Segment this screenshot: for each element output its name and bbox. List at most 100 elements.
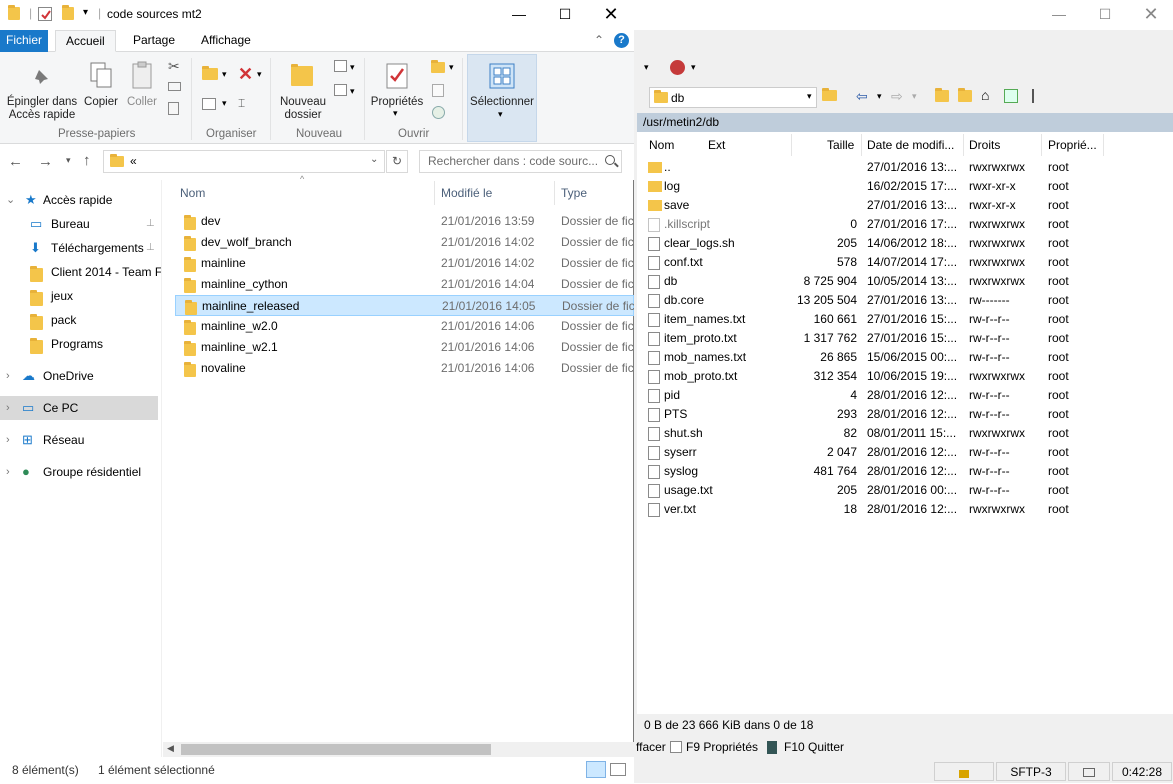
tab-file[interactable]: Fichier [0, 30, 48, 52]
file-row[interactable]: mainline_w2.1 21/01/2016 14:06 Dossier de … [175, 337, 634, 358]
refresh-button[interactable]: ↻ [386, 150, 408, 173]
new-item-icon[interactable] [334, 60, 347, 72]
remote-file-row[interactable]: db.core 13 205 504 27/01/2016 13:... rw----… [637, 291, 1173, 310]
expand-icon[interactable]: ⌄ [6, 188, 15, 212]
search-input[interactable]: Rechercher dans : code sourc... [419, 150, 622, 173]
details-view-icon[interactable] [586, 761, 606, 778]
remote-file-row[interactable]: item_proto.txt 1 317 762 27/01/2016 15:...… [637, 329, 1173, 348]
chevron-right-icon[interactable]: › [6, 428, 10, 452]
parent-directory-icon[interactable] [935, 88, 949, 105]
sidebar-item[interactable]: ▭ Bureau ⊥ [0, 212, 158, 236]
toolbar-dropdown-icon[interactable]: ▾ [644, 62, 649, 73]
column-divider[interactable] [554, 181, 555, 205]
sidebar-item[interactable]: › ☁ OneDrive [0, 364, 158, 388]
remote-file-row[interactable]: mob_names.txt 26 865 15/06/2015 00:... rw-r… [637, 348, 1173, 367]
forward-icon[interactable]: ⇨ [891, 88, 903, 105]
column-header-size[interactable]: Taille [827, 132, 854, 158]
back-icon[interactable]: ⇦ [856, 88, 868, 105]
address-bar[interactable]: « ⌄ [103, 150, 385, 173]
delete-icon[interactable]: ✕ [238, 64, 253, 85]
close-button[interactable]: ✕ [588, 0, 634, 30]
cut-icon[interactable]: ✂ [168, 58, 180, 75]
tree-icon[interactable] [1032, 89, 1046, 103]
sidebar-item[interactable]: › ⊞ Réseau [0, 428, 158, 452]
recent-dropdown-icon[interactable]: ▾ [66, 155, 71, 166]
tab-view[interactable]: Affichage [191, 30, 261, 52]
quick-access-dropdown-icon[interactable]: ▾ [83, 7, 88, 18]
horizontal-scrollbar[interactable]: ◀ [163, 742, 634, 757]
file-row[interactable]: dev 21/01/2016 13:59 Dossier de fichiers [175, 211, 634, 232]
properties-key[interactable]: F9 Propriétés [686, 736, 758, 758]
file-row[interactable]: mainline_w2.0 21/01/2016 14:06 Dossier de … [175, 316, 634, 337]
forward-dropdown-icon[interactable]: ▾ [912, 91, 917, 102]
sidebar-item[interactable]: Client 2014 - Team F [0, 260, 162, 284]
file-row[interactable]: mainline_released 21/01/2016 14:05 Dossier… [175, 295, 634, 316]
remote-file-row[interactable]: mob_proto.txt 312 354 10/06/2015 19:... rwx… [637, 367, 1173, 386]
quit-key[interactable]: F10 Quitter [784, 736, 844, 758]
remote-file-row[interactable]: .killscript 0 27/01/2016 17:... rwxrwxrwx ro… [637, 215, 1173, 234]
remote-file-row[interactable]: .. 27/01/2016 13:... rwxrwxrwx root [637, 158, 1173, 177]
copy-to-icon[interactable] [202, 98, 216, 110]
rename-icon[interactable]: ⌶ [238, 96, 245, 111]
history-icon[interactable] [432, 106, 445, 119]
open-directory-icon[interactable] [822, 88, 837, 104]
remote-file-row[interactable]: usage.txt 205 28/01/2016 00:... rw-r--r-- ro… [637, 481, 1173, 500]
refresh-icon[interactable] [1004, 89, 1018, 103]
sidebar-item[interactable]: ⌄ ★ Accès rapide [0, 188, 158, 212]
large-icons-view-icon[interactable] [610, 763, 626, 776]
directory-combo[interactable]: db ▾ [649, 87, 817, 108]
column-header-modified[interactable]: Modifié le [441, 180, 492, 206]
open-icon[interactable] [431, 60, 445, 76]
address-dropdown-icon[interactable]: ⌄ [370, 154, 378, 165]
winscp-minimize-button[interactable]: — [1036, 0, 1082, 30]
column-header-owner[interactable]: Proprié... [1048, 132, 1097, 158]
winscp-close-button[interactable]: ✕ [1128, 0, 1173, 30]
new-folder-button[interactable]: Nouveau dossier [276, 54, 330, 124]
remote-file-row[interactable]: conf.txt 578 14/07/2014 17:... rwxrwxrwx roo… [637, 253, 1173, 272]
sidebar-item[interactable]: Programs [0, 332, 158, 356]
open-dropdown-icon[interactable]: ▾ [449, 62, 454, 73]
winscp-maximize-button[interactable]: ☐ [1082, 0, 1128, 30]
home-icon[interactable]: ⌂ [981, 87, 989, 103]
sidebar-item[interactable]: pack [0, 308, 158, 332]
properties-check-icon[interactable] [38, 7, 52, 21]
column-header-rights[interactable]: Droits [969, 132, 1000, 158]
easy-access-icon[interactable] [334, 84, 347, 96]
column-header-ext[interactable]: Ext [708, 132, 725, 158]
help-icon[interactable]: ? [614, 33, 629, 48]
file-row[interactable]: novaline 21/01/2016 14:06 Dossier de fichi… [175, 358, 634, 379]
column-header-name[interactable]: Nom [649, 132, 674, 158]
paste-button[interactable]: Coller [124, 54, 160, 114]
collapse-ribbon-icon[interactable]: ⌃ [594, 33, 604, 47]
sidebar-item[interactable]: › ● Groupe résidentiel [0, 460, 158, 484]
remote-file-row[interactable]: log 16/02/2015 17:... rwxr-xr-x root [637, 177, 1173, 196]
delete-dropdown-icon[interactable]: ▾ [257, 69, 262, 80]
maximize-button[interactable]: ☐ [542, 0, 588, 30]
remote-file-row[interactable]: item_names.txt 160 661 27/01/2016 15:... rw… [637, 310, 1173, 329]
select-button[interactable]: Sélectionner ▾ [467, 54, 537, 142]
remote-file-row[interactable]: db 8 725 904 10/05/2014 13:... rwxrwxrwx roo… [637, 272, 1173, 291]
column-divider[interactable] [791, 134, 792, 156]
column-divider[interactable] [1103, 134, 1104, 156]
move-to-icon[interactable] [202, 66, 218, 83]
file-row[interactable]: mainline_cython 21/01/2016 14:04 Dossier d… [175, 274, 634, 295]
file-row[interactable]: dev_wolf_branch 21/01/2016 14:02 Dossier d… [175, 232, 634, 253]
column-divider[interactable] [963, 134, 964, 156]
remote-file-row[interactable]: syslog 481 764 28/01/2016 12:... rw-r--r-- r… [637, 462, 1173, 481]
session-dropdown-icon[interactable]: ▾ [691, 62, 696, 73]
column-divider[interactable] [434, 181, 435, 205]
scroll-thumb[interactable] [181, 744, 491, 755]
column-header-name[interactable]: Nom [180, 180, 205, 206]
column-header-date[interactable]: Date de modifi... [867, 132, 954, 158]
copy-path-icon[interactable] [168, 82, 181, 91]
file-row[interactable]: mainline 21/01/2016 14:02 Dossier de fichi… [175, 253, 634, 274]
chevron-right-icon[interactable]: › [6, 460, 10, 484]
column-header-type[interactable]: Type [561, 180, 587, 206]
remote-file-row[interactable]: syserr 2 047 28/01/2016 12:... rw-r--r-- roo… [637, 443, 1173, 462]
chevron-right-icon[interactable]: › [6, 364, 10, 388]
copy-to-dropdown-icon[interactable]: ▾ [222, 98, 227, 109]
sidebar-item[interactable]: › ▭ Ce PC [0, 396, 158, 420]
remote-file-row[interactable]: ver.txt 18 28/01/2016 12:... rwxrwxrwx root [637, 500, 1173, 519]
back-arrow-icon[interactable]: ← [8, 153, 23, 170]
scroll-left-icon[interactable]: ◀ [167, 743, 174, 754]
